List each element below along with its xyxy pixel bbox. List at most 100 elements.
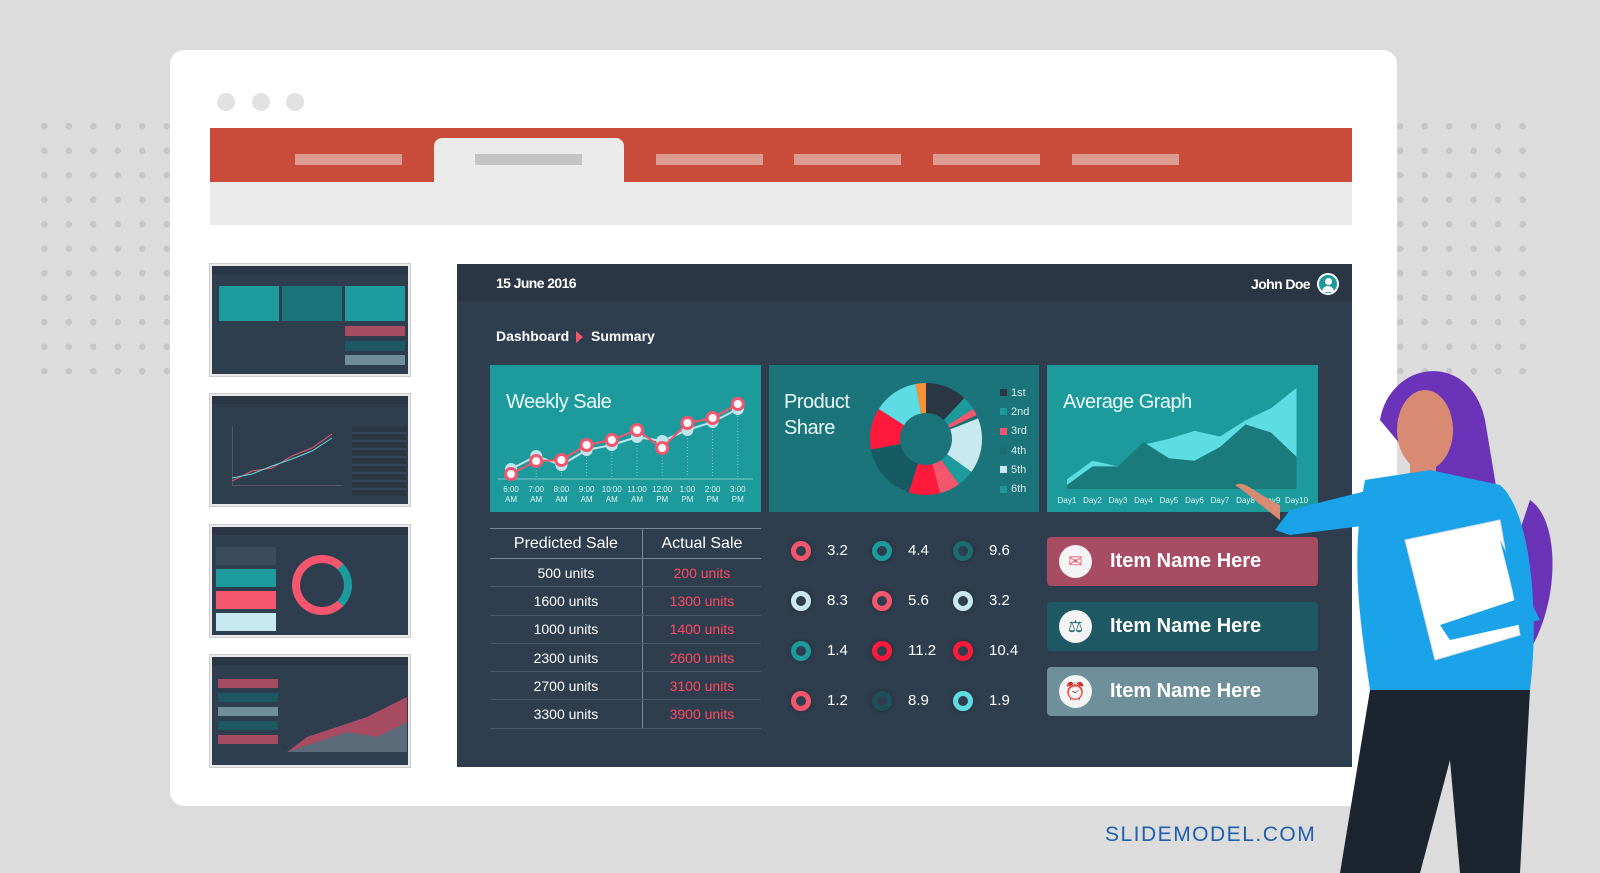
actual-sale-cell: 2600 units (641, 643, 761, 673)
indicator-ring-icon (791, 591, 811, 611)
x-tick-label: AM (606, 495, 618, 504)
x-tick-label: PM (732, 495, 744, 504)
table-row: 2700 units 3100 units (490, 671, 761, 701)
x-tick-label: 6:00 (503, 485, 519, 494)
indicator-ring-icon (953, 591, 973, 611)
predicted-sale-cell: 1000 units (490, 615, 643, 644)
indicator-value: 1.4 (827, 642, 848, 659)
actual-sale-cell: 3900 units (641, 699, 761, 729)
indicator-value: 3.2 (827, 542, 848, 559)
ribbon-tab-active[interactable] (434, 138, 624, 182)
legend-item: 3rd (1000, 422, 1029, 441)
data-point (655, 441, 670, 455)
x-tick-label: 1:00 (680, 485, 696, 494)
breadcrumb-arrow-icon (576, 331, 583, 343)
legend-item: 4th (1000, 441, 1029, 460)
x-tick-label: PM (681, 495, 693, 504)
avatar-icon[interactable] (1317, 273, 1339, 295)
x-tick-label: 7:00 (528, 485, 544, 494)
scale-icon: ⚖ (1059, 610, 1092, 643)
legend-item: 5th (1000, 460, 1029, 479)
indicator-value: 8.3 (827, 592, 848, 609)
data-point (579, 438, 594, 452)
legend-label: 1st (1011, 386, 1026, 399)
slide-thumbnail[interactable] (209, 524, 411, 638)
dashboard-slide: 15 June 2016 John Doe Dashboard Summary … (457, 264, 1352, 767)
actual-sale-cell: 1400 units (641, 615, 761, 644)
card-title: Share (784, 417, 835, 439)
series-line (510, 403, 739, 475)
legend-item: 6th (1000, 479, 1029, 498)
x-tick-label: PM (656, 495, 668, 504)
ribbon-tab[interactable] (794, 154, 901, 165)
data-point (680, 416, 695, 430)
x-tick-label: PM (707, 495, 719, 504)
legend-label: 3rd (1011, 425, 1027, 438)
indicator-value: 10.4 (989, 642, 1019, 659)
predicted-sale-cell: 1600 units (490, 586, 643, 616)
indicator-ring-icon (872, 641, 892, 661)
x-tick-label: 3:00 (730, 485, 746, 494)
weekly-sale-chart: 6:00AM7:00AM8:00AM9:00AM10:00AM11:00AM12… (498, 397, 753, 504)
x-tick-label: Day3 (1109, 496, 1128, 505)
indicator-value: 1.9 (989, 692, 1010, 709)
legend-item: 1st (1000, 383, 1029, 402)
ribbon-tab[interactable] (1072, 154, 1179, 165)
dot-pattern (32, 114, 182, 384)
x-tick-label: AM (581, 495, 593, 504)
product-share-card: Product Share 1st 2nd 3rd 4th 5th 6th (769, 365, 1039, 512)
mail-icon: ✉ (1059, 545, 1092, 578)
indicator-ring-icon (791, 641, 811, 661)
legend-swatch (1000, 466, 1007, 474)
breadcrumb-summary[interactable]: Summary (591, 328, 655, 344)
x-tick-label: AM (505, 495, 517, 504)
indicator-ring-icon (791, 541, 811, 561)
legend-label: 5th (1011, 463, 1027, 476)
user-name: John Doe (1251, 276, 1311, 292)
legend: 1st 2nd 3rd 4th 5th 6th (1000, 383, 1029, 499)
actual-sale-cell: 3100 units (641, 671, 761, 701)
indicator-value: 4.4 (908, 542, 929, 559)
ribbon-tab[interactable] (295, 154, 402, 165)
x-tick-label: AM (631, 495, 643, 504)
date-label: 15 June 2016 (496, 275, 577, 291)
legend-swatch (1000, 485, 1007, 493)
breadcrumb-dashboard[interactable]: Dashboard (496, 328, 569, 344)
data-point (630, 423, 644, 437)
slide-thumbnail[interactable] (209, 263, 411, 377)
data-point (529, 454, 544, 468)
indicator-ring-icon (953, 541, 973, 561)
x-tick-label: 8:00 (554, 485, 570, 494)
legend-swatch (1000, 427, 1007, 435)
x-tick-label: 9:00 (579, 485, 595, 494)
ribbon-tab[interactable] (933, 154, 1040, 165)
data-point (554, 453, 569, 467)
predicted-sale-cell: 500 units (490, 558, 643, 588)
card-title: Product (784, 391, 850, 413)
indicator-ring-icon (872, 541, 892, 561)
indicator-ring-icon (872, 691, 892, 711)
slide-thumbnail[interactable] (209, 654, 411, 768)
indicator-value: 11.2 (908, 642, 937, 659)
table-row: 3300 units 3900 units (490, 699, 761, 729)
slide-thumbnail[interactable] (209, 393, 411, 507)
x-tick-label: Day7 (1211, 496, 1230, 505)
indicator-ring-icon (791, 691, 811, 711)
table-row: 1600 units 1300 units (490, 586, 761, 616)
window-control[interactable] (286, 93, 304, 111)
data-point (705, 411, 720, 425)
ribbon-tab[interactable] (656, 154, 763, 165)
legend-swatch (1000, 408, 1007, 416)
legend-swatch (1000, 389, 1007, 397)
indicator-ring-icon (872, 591, 892, 611)
window-control[interactable] (217, 93, 235, 111)
indicator-ring-icon (953, 691, 973, 711)
table-row: 500 units 200 units (490, 558, 761, 588)
sales-table: Predicted Sale Actual Sale 500 units 200 u… (490, 528, 761, 729)
presenter-illustration (1235, 371, 1553, 873)
window-control[interactable] (252, 93, 270, 111)
x-tick-label: 11:00 (627, 485, 647, 494)
x-tick-label: AM (530, 495, 542, 504)
x-tick-label: AM (555, 495, 567, 504)
product-share-donut (870, 383, 982, 495)
